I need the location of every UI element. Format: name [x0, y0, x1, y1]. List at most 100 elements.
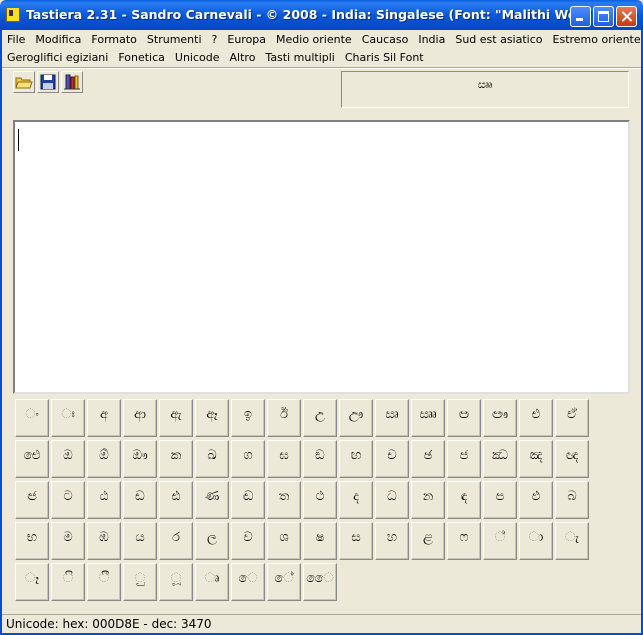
key-4-0[interactable]: ෑ [15, 563, 49, 601]
key-3-8[interactable]: ෂ [303, 522, 337, 560]
key-1-14[interactable]: ඤ [519, 440, 553, 478]
key-2-5[interactable]: ණ [195, 481, 229, 519]
key-4-1[interactable]: ි [51, 563, 85, 601]
menu-formato[interactable]: Formato [86, 30, 142, 49]
key-1-15[interactable]: ඥ [555, 440, 589, 478]
menu-caucaso[interactable]: Caucaso [357, 30, 414, 49]
key-1-2[interactable]: ඕ [87, 440, 121, 478]
key-1-3[interactable]: ඖ [123, 440, 157, 478]
key-2-10[interactable]: ධ [375, 481, 409, 519]
key-2-0[interactable]: ඦ [15, 481, 49, 519]
menu-unicode[interactable]: Unicode [170, 48, 225, 67]
key-4-8[interactable]: ෛ [303, 563, 337, 601]
key-0-14[interactable]: එ [519, 399, 553, 437]
menu-india[interactable]: India [413, 30, 450, 49]
menu-help[interactable]: ? [207, 30, 223, 49]
key-3-9[interactable]: ස [339, 522, 373, 560]
title-bar[interactable]: Tastiera 2.31 - Sandro Carnevali - © 200… [0, 0, 643, 30]
key-1-5[interactable]: ඛ [195, 440, 229, 478]
key-1-12[interactable]: ජ [447, 440, 481, 478]
key-2-7[interactable]: ත [267, 481, 301, 519]
key-0-12[interactable]: ඏ [447, 399, 481, 437]
key-1-10[interactable]: ච [375, 440, 409, 478]
key-3-11[interactable]: ළ [411, 522, 445, 560]
maximize-button[interactable] [593, 6, 614, 27]
key-0-13[interactable]: ඐ [483, 399, 517, 437]
menu-modifica[interactable]: Modifica [30, 30, 86, 49]
key-0-8[interactable]: උ [303, 399, 337, 437]
key-2-11[interactable]: න [411, 481, 445, 519]
key-0-5[interactable]: ඈ [195, 399, 229, 437]
key-1-9[interactable]: ඟ [339, 440, 373, 478]
key-3-10[interactable]: හ [375, 522, 409, 560]
menu-file[interactable]: File [2, 30, 30, 49]
key-2-12[interactable]: ඳ [447, 481, 481, 519]
key-1-11[interactable]: ඡ [411, 440, 445, 478]
menu-sud-est-asiatico[interactable]: Sud est asiatico [450, 30, 547, 49]
key-2-13[interactable]: ප [483, 481, 517, 519]
menu-fonetica[interactable]: Fonetica [113, 48, 170, 67]
menu-charis-sil-font[interactable]: Charis Sil Font [340, 48, 429, 67]
key-3-4[interactable]: ර [159, 522, 193, 560]
key-2-15[interactable]: බ [555, 481, 589, 519]
key-2-9[interactable]: ද [339, 481, 373, 519]
key-0-1[interactable]: ඃ [51, 399, 85, 437]
key-0-10[interactable]: ඍ [375, 399, 409, 437]
key-0-7[interactable]: ඊ [267, 399, 301, 437]
key-4-3[interactable]: ු [123, 563, 157, 601]
key-1-7[interactable]: ඝ [267, 440, 301, 478]
key-2-6[interactable]: ඬ [231, 481, 265, 519]
key-3-15[interactable]: ැ [555, 522, 589, 560]
key-4-6[interactable]: ෙ [231, 563, 265, 601]
menu-strumenti[interactable]: Strumenti [142, 30, 207, 49]
key-4-4[interactable]: ූ [159, 563, 193, 601]
key-3-13[interactable]: ් [483, 522, 517, 560]
key-3-3[interactable]: ය [123, 522, 157, 560]
key-3-0[interactable]: භ [15, 522, 49, 560]
key-4-2[interactable]: ී [87, 563, 121, 601]
key-3-2[interactable]: ඹ [87, 522, 121, 560]
key-2-3[interactable]: ඩ [123, 481, 157, 519]
key-1-6[interactable]: ග [231, 440, 265, 478]
menu-geroglifici-egiziani[interactable]: Geroglifici egiziani [2, 48, 113, 67]
key-2-2[interactable]: ඨ [87, 481, 121, 519]
key-0-6[interactable]: ඉ [231, 399, 265, 437]
text-editor[interactable] [13, 120, 630, 394]
open-button[interactable] [13, 71, 35, 93]
key-1-1[interactable]: ඔ [51, 440, 85, 478]
key-4-7[interactable]: ේ [267, 563, 301, 601]
close-button[interactable] [616, 6, 637, 27]
key-3-12[interactable]: ෆ [447, 522, 481, 560]
key-1-13[interactable]: ඣ [483, 440, 517, 478]
key-3-6[interactable]: ව [231, 522, 265, 560]
key-0-0[interactable]: ං [15, 399, 49, 437]
key-1-4[interactable]: ක [159, 440, 193, 478]
menu-europa[interactable]: Europa [222, 30, 271, 49]
key-0-15[interactable]: ඒ [555, 399, 589, 437]
key-3-14[interactable]: ා [519, 522, 553, 560]
key-0-4[interactable]: ඇ [159, 399, 193, 437]
text-caret [18, 129, 19, 151]
key-0-3[interactable]: ආ [123, 399, 157, 437]
menu-estremo-oriente[interactable]: Estremo oriente [548, 30, 643, 49]
key-2-1[interactable]: ට [51, 481, 85, 519]
save-button[interactable] [37, 71, 59, 93]
key-2-8[interactable]: ථ [303, 481, 337, 519]
key-3-1[interactable]: ම [51, 522, 85, 560]
menu-tasti-multipli[interactable]: Tasti multipli [260, 48, 339, 67]
key-2-14[interactable]: ඵ [519, 481, 553, 519]
key-3-7[interactable]: ශ [267, 522, 301, 560]
key-2-4[interactable]: ඪ [159, 481, 193, 519]
info-button[interactable] [61, 71, 83, 93]
key-0-9[interactable]: ඌ [339, 399, 373, 437]
menu-altro[interactable]: Altro [225, 48, 261, 67]
key-0-11[interactable]: ඎ [411, 399, 445, 437]
key-0-2[interactable]: අ [87, 399, 121, 437]
key-3-5[interactable]: ල [195, 522, 229, 560]
key-4-5[interactable]: ෘ [195, 563, 229, 601]
key-1-0[interactable]: ඓ [15, 440, 49, 478]
minimize-button[interactable] [570, 6, 591, 27]
app-icon[interactable] [6, 7, 20, 22]
menu-medio-oriente[interactable]: Medio oriente [271, 30, 357, 49]
key-1-8[interactable]: ඞ [303, 440, 337, 478]
